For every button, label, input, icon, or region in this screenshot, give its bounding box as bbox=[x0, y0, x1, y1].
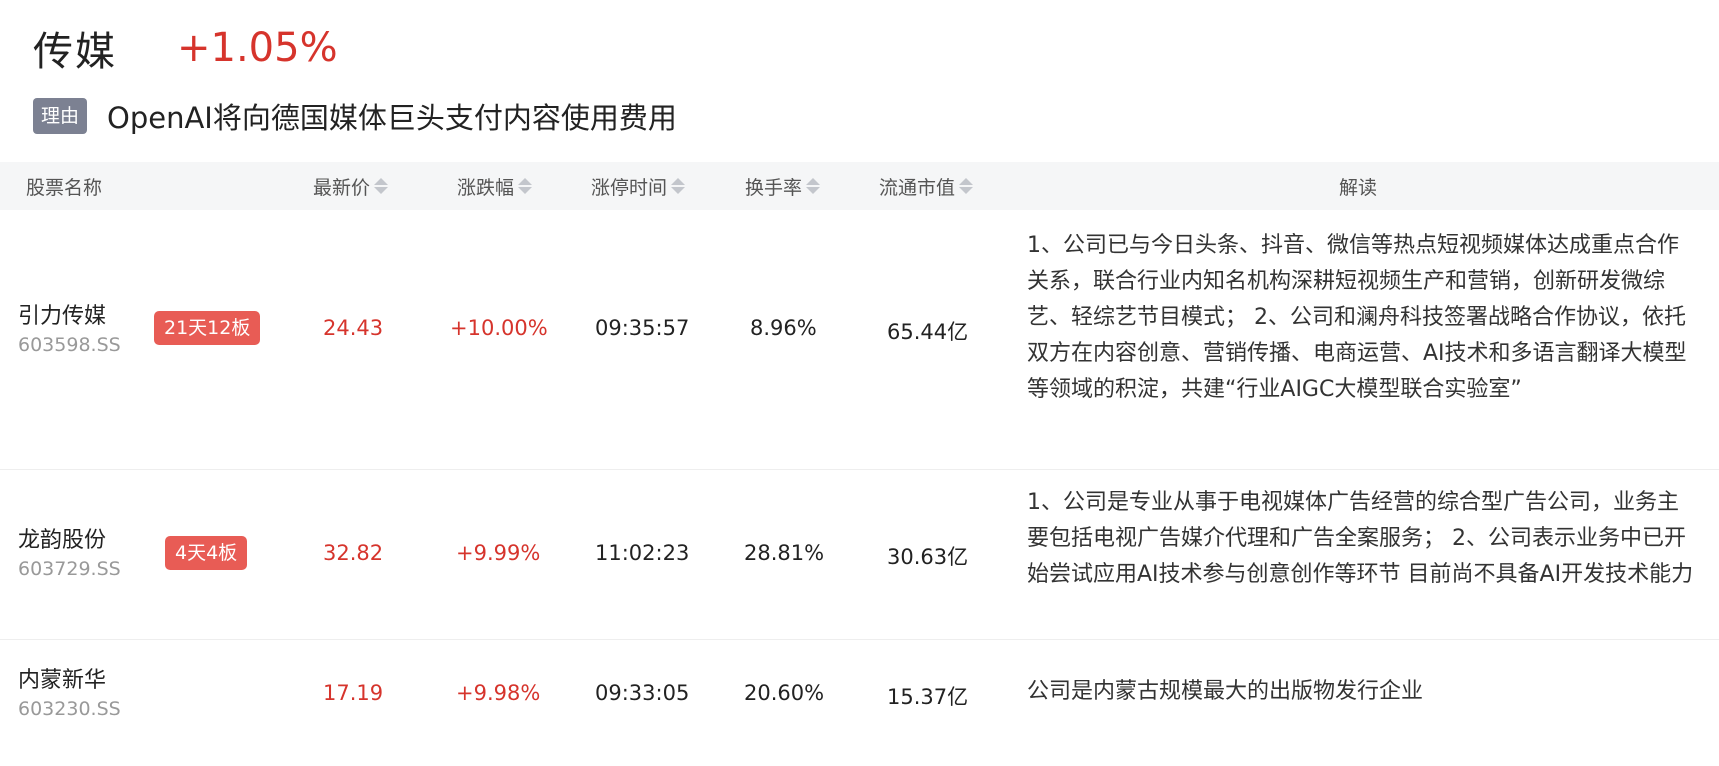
sort-icon[interactable] bbox=[518, 178, 533, 194]
stock-name[interactable]: 龙韵股份 bbox=[18, 522, 106, 554]
turnover-rate: 8.96% bbox=[750, 316, 817, 340]
sector-name[interactable]: 传媒 bbox=[33, 19, 117, 77]
market-cap: 30.63亿 bbox=[887, 545, 969, 569]
column-header-limit-time[interactable]: 涨停时间 bbox=[591, 162, 686, 210]
limit-up-time: 11:02:23 bbox=[595, 541, 690, 565]
analysis-text: 1、公司已与今日头条、抖音、微信等热点短视频媒体达成重点合作关系，联合行业内知名… bbox=[1027, 233, 1687, 402]
column-header-market-cap[interactable]: 流通市值 bbox=[879, 162, 974, 210]
sort-icon[interactable] bbox=[374, 178, 389, 194]
sort-icon[interactable] bbox=[806, 178, 821, 194]
stock-name[interactable]: 内蒙新华 bbox=[18, 662, 106, 694]
reason-tag: 理由 bbox=[33, 98, 88, 134]
sort-icon[interactable] bbox=[671, 178, 686, 194]
market-cap: 15.37亿 bbox=[887, 685, 969, 709]
change-percent: +10.00% bbox=[450, 316, 548, 340]
column-header-change[interactable]: 涨跌幅 bbox=[457, 162, 533, 210]
reason-row: 理由 OpenAI将向德国媒体巨头支付内容使用费用 bbox=[33, 96, 677, 136]
latest-price: 32.82 bbox=[323, 541, 384, 565]
stock-code: 603598.SS bbox=[18, 334, 121, 356]
table-row[interactable]: 龙韵股份 603729.SS 4天4板 32.82 +9.99% 11:02:2… bbox=[0, 470, 1719, 640]
column-header-analysis: 解读 bbox=[1339, 176, 1378, 199]
change-percent: +9.99% bbox=[456, 541, 541, 565]
turnover-rate: 20.60% bbox=[744, 681, 825, 705]
stock-code: 603230.SS bbox=[18, 698, 121, 720]
limit-up-badge: 4天4板 bbox=[165, 536, 248, 570]
sector-limit-up-page: 传媒 +1.05% 理由 OpenAI将向德国媒体巨头支付内容使用费用 股票名称… bbox=[0, 0, 1719, 766]
column-header-price[interactable]: 最新价 bbox=[313, 162, 389, 210]
sector-change: +1.05% bbox=[177, 25, 338, 71]
stock-name[interactable]: 引力传媒 bbox=[18, 298, 106, 330]
turnover-rate: 28.81% bbox=[744, 541, 825, 565]
reason-text: OpenAI将向德国媒体巨头支付内容使用费用 bbox=[107, 101, 677, 135]
analysis-text: 1、公司是专业从事于电视媒体广告经营的综合型广告公司，业务主要包括电视广告媒介代… bbox=[1027, 490, 1694, 587]
limit-up-time: 09:33:05 bbox=[595, 681, 690, 705]
market-cap: 65.44亿 bbox=[887, 320, 969, 344]
limit-up-time: 09:35:57 bbox=[595, 316, 690, 340]
table-row[interactable]: 内蒙新华 603230.SS 17.19 +9.98% 09:33:05 20.… bbox=[0, 640, 1719, 766]
column-header-name: 股票名称 bbox=[26, 176, 103, 199]
limit-up-badge: 21天12板 bbox=[154, 311, 261, 345]
latest-price: 24.43 bbox=[323, 316, 384, 340]
sort-icon[interactable] bbox=[959, 178, 974, 194]
latest-price: 17.19 bbox=[323, 681, 384, 705]
stock-code: 603729.SS bbox=[18, 558, 121, 580]
change-percent: +9.98% bbox=[456, 681, 541, 705]
sector-header: 传媒 +1.05% bbox=[33, 18, 338, 78]
column-header-turnover[interactable]: 换手率 bbox=[745, 162, 821, 210]
analysis-text: 公司是内蒙古规模最大的出版物发行企业 bbox=[1027, 679, 1424, 704]
stock-table: 股票名称 最新价 涨跌幅 涨停时间 换手率 流通市值 解读 引力传媒 60359… bbox=[0, 162, 1719, 766]
table-row[interactable]: 引力传媒 603598.SS 21天12板 24.43 +10.00% 09:3… bbox=[0, 210, 1719, 470]
table-header: 股票名称 最新价 涨跌幅 涨停时间 换手率 流通市值 解读 bbox=[0, 162, 1719, 210]
